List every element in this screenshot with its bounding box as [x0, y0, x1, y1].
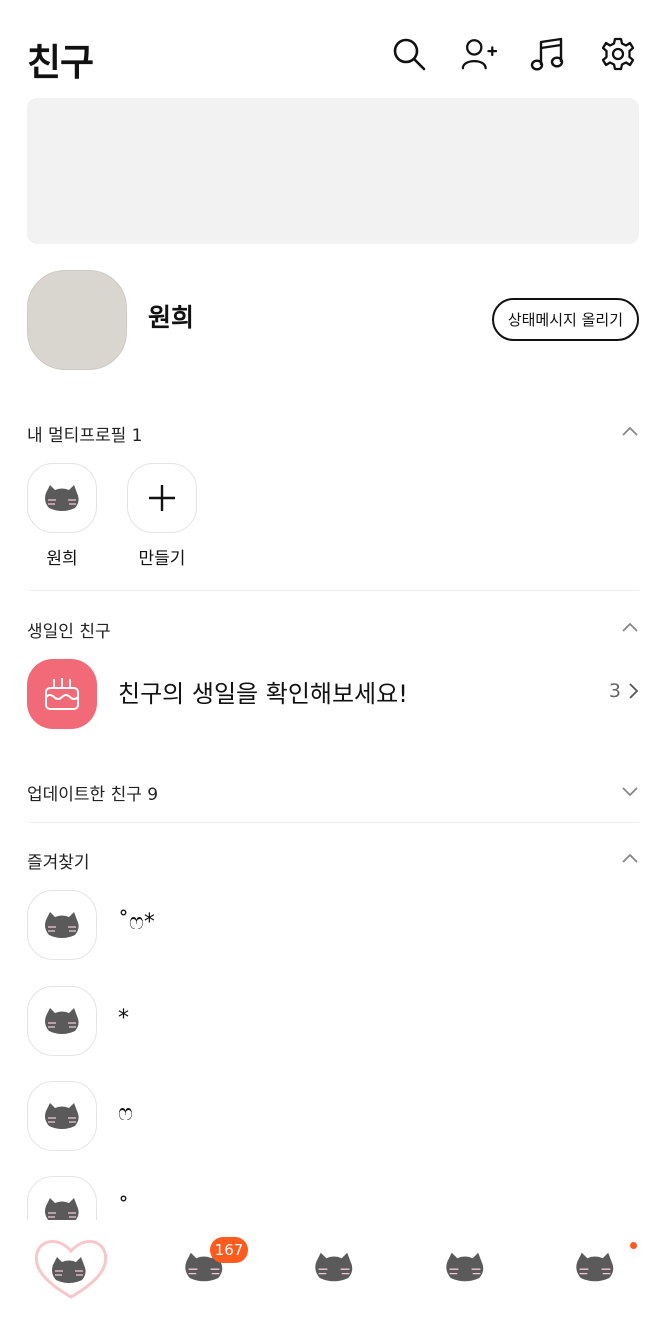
- avatar[interactable]: [27, 1081, 97, 1151]
- tab-more[interactable]: [550, 1232, 640, 1302]
- bottom-tab-bar: 167: [0, 1220, 666, 1329]
- cat-icon: [576, 1252, 614, 1282]
- friend-name: ෆ: [118, 1101, 133, 1126]
- chevron-up-icon[interactable]: [621, 423, 639, 441]
- section-label: 업데이트한 친구 9: [27, 785, 159, 805]
- cat-icon: [45, 912, 79, 938]
- cat-icon: [45, 485, 79, 511]
- friend-name: ˚: [118, 1196, 129, 1221]
- section-label: 즐겨찾기: [27, 853, 90, 873]
- cat-icon: [45, 1103, 79, 1129]
- cat-icon: [446, 1252, 484, 1282]
- create-profile-button[interactable]: [127, 463, 197, 533]
- list-item[interactable]: ෆ: [27, 1081, 639, 1153]
- status-message-button[interactable]: 상태메시지 올리기: [491, 298, 639, 341]
- unread-badge: 167: [210, 1237, 248, 1263]
- favorites-header[interactable]: 즐겨찾기: [27, 844, 639, 874]
- avatar[interactable]: [27, 270, 127, 370]
- plus-icon: [149, 485, 175, 511]
- settings-icon[interactable]: [600, 36, 636, 72]
- page-title: 친구: [27, 41, 94, 84]
- cat-icon: [45, 1008, 79, 1034]
- birthday-count-value: 3: [608, 680, 621, 702]
- tab-friends[interactable]: [26, 1232, 116, 1302]
- heart-cat-icon: [34, 1240, 108, 1299]
- multi-profile-avatar[interactable]: [27, 463, 97, 533]
- avatar[interactable]: [27, 986, 97, 1056]
- chevron-right-icon: [629, 683, 639, 699]
- profile-name: 원희: [148, 303, 195, 332]
- birthday-count[interactable]: 3: [609, 680, 639, 702]
- my-profile[interactable]: 원희 상태메시지 올리기: [27, 268, 639, 370]
- divider: [27, 590, 639, 591]
- tab-view[interactable]: [289, 1232, 379, 1302]
- birthday-text[interactable]: 친구의 생일을 확인해보세요!: [118, 674, 408, 709]
- multi-profile-header[interactable]: 내 멀티프로필 1: [27, 417, 639, 447]
- updated-friends-header[interactable]: 업데이트한 친구 9: [27, 776, 639, 806]
- list-item[interactable]: ˚ෆ*: [27, 890, 639, 962]
- music-icon[interactable]: [529, 36, 565, 72]
- multi-profile-label: 원희: [46, 549, 78, 569]
- chevron-up-icon[interactable]: [621, 619, 639, 637]
- notification-dot: [630, 1242, 637, 1249]
- section-label: 생일인 친구: [27, 622, 111, 642]
- avatar[interactable]: [27, 890, 97, 960]
- friend-name: ˚ෆ*: [118, 910, 155, 935]
- banner[interactable]: [27, 98, 639, 244]
- birthday-cake-icon[interactable]: [27, 659, 97, 729]
- search-icon[interactable]: [391, 36, 427, 72]
- chevron-down-icon[interactable]: [621, 782, 639, 800]
- section-label: 내 멀티프로필 1: [27, 426, 143, 446]
- header: 친구: [0, 0, 666, 100]
- birthday-header[interactable]: 생일인 친구: [27, 613, 639, 643]
- add-friend-icon[interactable]: [461, 36, 497, 72]
- friend-name: *: [118, 1006, 129, 1031]
- chevron-up-icon[interactable]: [621, 850, 639, 868]
- create-profile-label: 만들기: [138, 549, 186, 569]
- tab-shopping[interactable]: [420, 1232, 510, 1302]
- divider: [27, 822, 639, 823]
- cat-icon: [315, 1252, 353, 1282]
- list-item[interactable]: *: [27, 986, 639, 1058]
